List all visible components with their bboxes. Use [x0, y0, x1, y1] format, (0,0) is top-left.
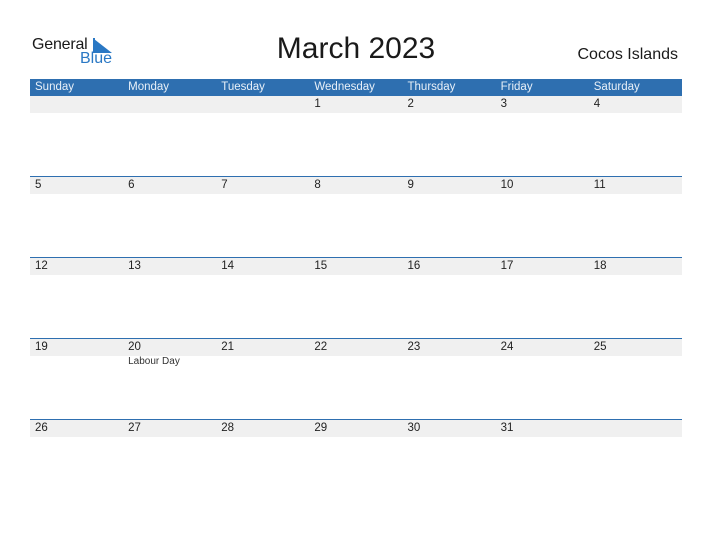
holiday-label: Labour Day [128, 356, 180, 367]
day-cell: 13 [123, 258, 216, 339]
day-cell: 22 [309, 339, 402, 420]
day-cell: 5 [30, 177, 123, 258]
country-label: Cocos Islands [577, 46, 679, 63]
day-cell: 4 [589, 96, 682, 177]
week-cells: 19 20 Labour Day 21 22 23 24 25 [30, 339, 682, 420]
weekday-tuesday: Tuesday [221, 81, 265, 93]
day-cell: 18 [589, 258, 682, 339]
day-cell: 19 [30, 339, 123, 420]
day-number: 12 [35, 260, 48, 272]
day-number: 16 [407, 260, 421, 272]
day-number [221, 96, 309, 113]
day-number: 19 [35, 341, 48, 353]
day-cell: 11 [589, 177, 682, 258]
day-number: 1 [314, 98, 321, 110]
day-cell: 16 [403, 258, 496, 339]
day-cell: 9 [403, 177, 496, 258]
day-number [594, 420, 682, 437]
day-number: 3 [500, 98, 508, 110]
day-number: 14 [221, 260, 235, 272]
day-cell: 7 [216, 177, 309, 258]
day-number: 28 [221, 422, 235, 434]
day-number: 20 [128, 341, 141, 353]
day-cell: 26 [30, 420, 123, 501]
day-cell: 3 [496, 96, 589, 177]
day-cell: 28 [216, 420, 309, 501]
day-cell: 23 [403, 339, 496, 420]
day-cell: 30 [403, 420, 496, 501]
weekday-friday: Friday [500, 81, 533, 93]
day-number: 13 [128, 260, 141, 272]
week-cells: 12 13 14 15 16 17 18 [30, 258, 682, 339]
day-number: 8 [314, 179, 321, 191]
day-number: 10 [500, 179, 514, 191]
day-number: 9 [407, 179, 414, 191]
day-cell: 21 [216, 339, 309, 420]
day-number: 6 [128, 179, 135, 191]
day-number: 5 [35, 179, 42, 191]
weekday-wednesday: Wednesday [314, 81, 375, 93]
day-number: 17 [500, 260, 514, 272]
weekday-header: Sunday Monday Tuesday Wednesday Thursday… [30, 79, 682, 96]
day-number: 27 [128, 422, 141, 434]
day-number: 25 [593, 341, 607, 353]
week-row: 5 6 7 8 9 10 11 [30, 176, 682, 258]
day-cell: 31 [496, 420, 589, 501]
day-number: 18 [593, 260, 607, 272]
day-number: 30 [407, 422, 421, 434]
day-number: 4 [593, 98, 601, 110]
day-number: 24 [500, 341, 514, 353]
day-cell [589, 420, 682, 501]
week-cells: 1 2 3 4 [30, 96, 682, 177]
day-number: 31 [500, 422, 514, 434]
day-cell: 20 Labour Day [123, 339, 216, 420]
day-number: 15 [314, 260, 328, 272]
week-row: 19 20 Labour Day 21 22 23 24 25 [30, 338, 682, 420]
week-row: 12 13 14 15 16 17 18 [30, 257, 682, 339]
day-number: 29 [314, 422, 328, 434]
day-number: 26 [35, 422, 48, 434]
day-cell: 1 [309, 96, 402, 177]
day-cell: 10 [496, 177, 589, 258]
weekday-monday: Monday [128, 81, 170, 93]
day-cell: 27 [123, 420, 216, 501]
weekday-sunday: Sunday [35, 81, 75, 93]
day-cell: 17 [496, 258, 589, 339]
day-cell [216, 96, 309, 177]
weekday-saturday: Saturday [593, 81, 640, 93]
day-cell: 14 [216, 258, 309, 339]
day-cell [123, 96, 216, 177]
day-number: 21 [221, 341, 235, 353]
week-cells: 5 6 7 8 9 10 11 [30, 177, 682, 258]
day-cell: 29 [309, 420, 402, 501]
week-row: 26 27 28 29 30 31 [30, 419, 682, 501]
day-number [35, 96, 123, 113]
day-cell: 15 [309, 258, 402, 339]
day-cell [30, 96, 123, 177]
day-number: 7 [221, 179, 228, 191]
day-number: 23 [407, 341, 421, 353]
day-number: 11 [593, 179, 606, 191]
day-cell: 2 [403, 96, 496, 177]
day-cell: 6 [123, 177, 216, 258]
day-cell: 24 [496, 339, 589, 420]
week-row: 1 2 3 4 [30, 96, 682, 177]
weekday-thursday: Thursday [407, 81, 456, 93]
day-cell: 8 [309, 177, 402, 258]
day-cell: 12 [30, 258, 123, 339]
day-cell: 25 [589, 339, 682, 420]
day-number [128, 96, 216, 113]
day-number: 2 [407, 98, 414, 110]
week-cells: 26 27 28 29 30 31 [30, 420, 682, 501]
day-number: 22 [314, 341, 328, 353]
